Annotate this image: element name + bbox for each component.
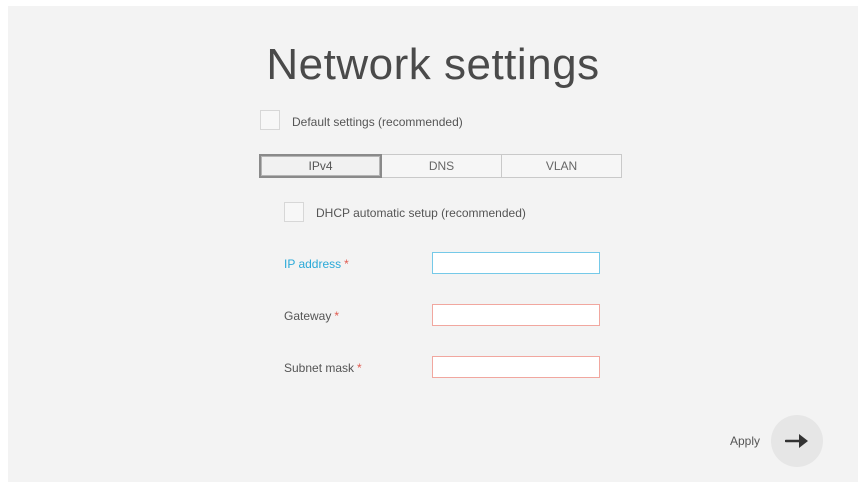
settings-tabs: IPv4 DNS VLAN: [259, 154, 622, 178]
gateway-input[interactable]: [432, 304, 600, 326]
dhcp-label[interactable]: DHCP automatic setup (recommended): [316, 206, 526, 220]
dhcp-checkbox[interactable]: [284, 202, 304, 222]
default-settings-label[interactable]: Default settings (recommended): [292, 115, 463, 129]
ip-address-input[interactable]: [432, 252, 600, 274]
ip-address-label-text: IP address: [284, 257, 342, 271]
subnet-mask-label-text: Subnet mask: [284, 361, 355, 375]
apply-button[interactable]: [771, 415, 823, 467]
required-mark: *: [334, 309, 340, 323]
subnet-mask-input[interactable]: [432, 356, 600, 378]
tab-dns[interactable]: DNS: [382, 154, 502, 178]
tab-vlan[interactable]: VLAN: [502, 154, 622, 178]
subnet-mask-label: Subnet mask *: [284, 361, 362, 375]
required-mark: *: [344, 257, 349, 271]
network-settings-panel: Network settings Default settings (recom…: [8, 6, 858, 482]
required-mark: *: [357, 361, 362, 375]
gateway-label-text: Gateway: [284, 309, 332, 323]
tab-ipv4[interactable]: IPv4: [259, 154, 382, 178]
ip-address-label: IP address *: [284, 257, 349, 271]
apply-label[interactable]: Apply: [730, 434, 760, 448]
page-title: Network settings: [266, 40, 600, 89]
arrow-right-icon: [785, 434, 808, 448]
gateway-label: Gateway *: [284, 309, 339, 323]
default-settings-checkbox[interactable]: [260, 110, 280, 130]
